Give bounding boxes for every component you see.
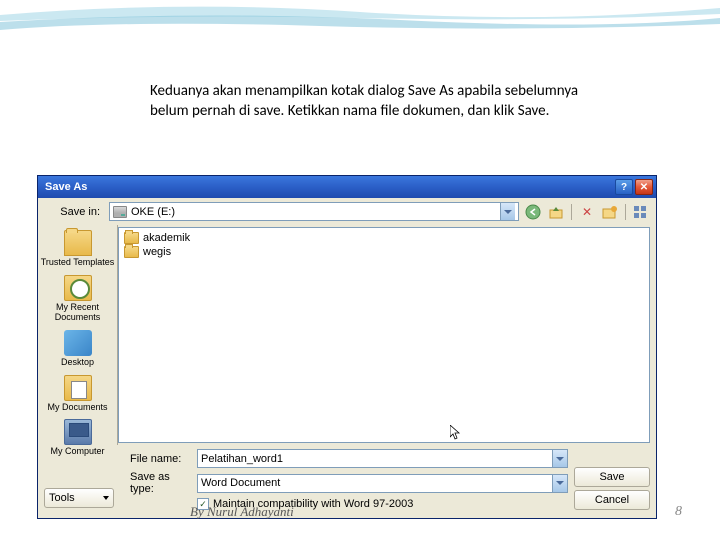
up-icon[interactable] [547, 203, 565, 221]
bottom-right: Save Cancel [574, 449, 650, 510]
footer-author: By Nurul Adhayanti [190, 504, 294, 520]
place-desktop[interactable]: Desktop [38, 327, 117, 371]
recent-icon [64, 275, 92, 301]
desktop-icon [64, 330, 92, 356]
separator [571, 204, 572, 220]
place-my-documents[interactable]: My Documents [38, 372, 117, 416]
intro-paragraph: Keduanya akan menampilkan kotak dialog S… [150, 82, 580, 121]
close-button[interactable]: ✕ [635, 179, 653, 195]
computer-icon [64, 419, 92, 445]
bottom-left: Tools [44, 449, 124, 510]
filename-input[interactable]: Pelatihan_word1 [197, 449, 568, 468]
save-in-value: OKE (E:) [131, 206, 175, 218]
filename-label: File name: [130, 453, 193, 465]
titlebar: Save As ? ✕ [38, 176, 656, 198]
places-bar: Trusted Templates My Recent Documents De… [38, 225, 118, 445]
chevron-down-icon [552, 475, 567, 492]
help-button[interactable]: ? [615, 179, 633, 195]
place-recent-documents[interactable]: My Recent Documents [38, 272, 117, 326]
save-in-label: Save in: [44, 206, 104, 218]
tools-button[interactable]: Tools [44, 488, 114, 508]
list-item[interactable]: akademik [122, 231, 646, 245]
page-number: 8 [675, 504, 682, 520]
documents-icon [64, 375, 92, 401]
dialog-body: Trusted Templates My Recent Documents De… [38, 225, 656, 445]
place-trusted-templates[interactable]: Trusted Templates [38, 227, 117, 271]
save-as-type-dropdown[interactable]: Word Document [197, 474, 568, 493]
chevron-down-icon [552, 450, 567, 467]
file-list-area[interactable]: akademik wegis [118, 227, 650, 443]
folder-icon [64, 230, 92, 256]
chevron-down-icon [500, 203, 515, 220]
save-as-dialog: Save As ? ✕ Save in: OKE (E:) ✕ Tru [37, 175, 657, 519]
save-button[interactable]: Save [574, 467, 650, 487]
save-as-type-label: Save as type: [130, 471, 193, 495]
delete-icon[interactable]: ✕ [578, 203, 596, 221]
folder-icon [124, 246, 139, 258]
save-in-dropdown[interactable]: OKE (E:) [109, 202, 519, 221]
new-folder-icon[interactable] [601, 203, 619, 221]
views-icon[interactable] [632, 203, 650, 221]
list-item[interactable]: wegis [122, 245, 646, 259]
dialog-bottom: Tools File name: Pelatihan_word1 Save as… [38, 445, 656, 518]
decorative-wave [0, 0, 720, 50]
cancel-button[interactable]: Cancel [574, 490, 650, 510]
folder-icon [124, 232, 139, 244]
topbar: Save in: OKE (E:) ✕ [38, 198, 656, 225]
separator [625, 204, 626, 220]
bottom-mid: File name: Pelatihan_word1 Save as type:… [130, 449, 568, 510]
drive-icon [113, 206, 127, 218]
dialog-title: Save As [45, 181, 613, 193]
back-icon[interactable] [524, 203, 542, 221]
